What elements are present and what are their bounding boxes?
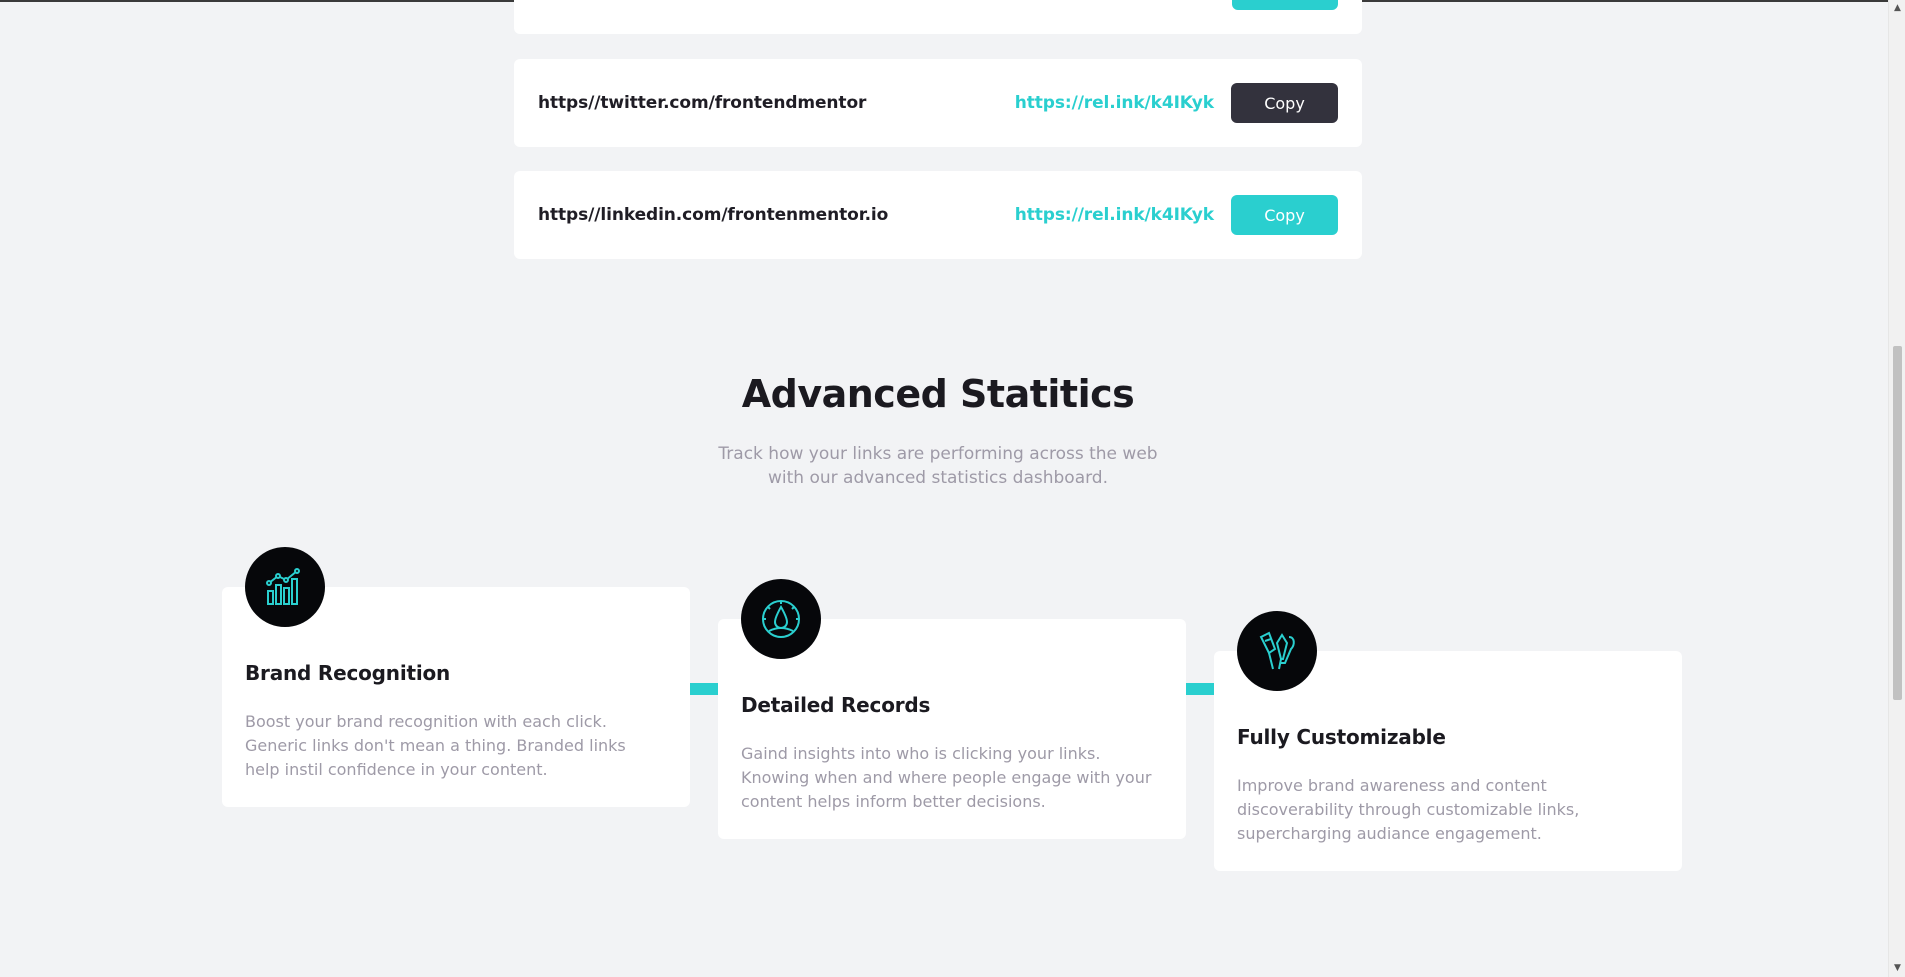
feature-title: Detailed Records bbox=[741, 693, 931, 717]
short-url-link[interactable]: https://rel.ink/k4IKyk bbox=[1015, 171, 1214, 259]
scrollbar-thumb[interactable] bbox=[1893, 346, 1902, 700]
original-url: https//twitter.com/frontendmentor bbox=[538, 93, 867, 113]
feature-description: Gaind insights into who is clicking your… bbox=[741, 744, 1152, 811]
statistics-subtitle: Track how your links are performing acro… bbox=[718, 444, 1158, 488]
short-url-link[interactable]: https://rel.ink/k4IKyk bbox=[1015, 59, 1214, 147]
gauge-icon bbox=[741, 579, 821, 659]
link-result-card: https//linkedin.com/frontenmentor.io htt… bbox=[514, 171, 1362, 259]
feature-title: Fully Customizable bbox=[1237, 725, 1446, 749]
scroll-down-arrow-icon[interactable]: ▼ bbox=[1889, 960, 1905, 977]
copy-button[interactable]: Copy bbox=[1231, 83, 1338, 123]
statistics-title: Advanced Statitics bbox=[741, 372, 1135, 416]
original-url: https//linkedin.com/frontenmentor.io bbox=[538, 205, 889, 225]
copy-button[interactable]: Copy bbox=[1231, 195, 1338, 235]
feature-description: Improve brand awareness and content disc… bbox=[1237, 776, 1580, 843]
feature-description: Boost your brand recognition with each c… bbox=[245, 712, 626, 779]
feature-title: Brand Recognition bbox=[245, 661, 451, 685]
feature-card-fully-customizable: Fully Customizable Improve brand awarene… bbox=[1214, 611, 1682, 871]
feature-card-detailed-records: Detailed Records Gaind insights into who… bbox=[718, 579, 1186, 839]
vertical-scrollbar[interactable]: ▲ ▼ bbox=[1888, 0, 1905, 977]
feature-connector bbox=[690, 683, 718, 695]
link-result-card-partial bbox=[514, 0, 1362, 34]
feature-card-brand-recognition: Brand Recognition Boost your brand recog… bbox=[222, 547, 690, 807]
link-result-card: https//twitter.com/frontendmentor https:… bbox=[514, 59, 1362, 147]
copy-button-partial[interactable] bbox=[1232, 0, 1338, 10]
tools-icon bbox=[1237, 611, 1317, 691]
scroll-up-arrow-icon[interactable]: ▲ bbox=[1889, 0, 1905, 17]
chart-icon bbox=[245, 547, 325, 627]
feature-connector bbox=[1186, 683, 1214, 695]
